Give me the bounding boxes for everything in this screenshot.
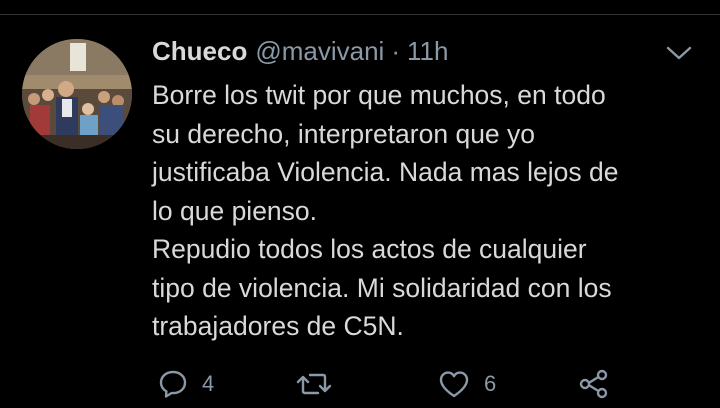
tweet-text-line: tipo de violencia. Mi solidaridad con lo… (152, 272, 612, 303)
tweet-time[interactable]: 11h (407, 36, 448, 67)
avatar-image (22, 39, 132, 149)
reply-button[interactable]: 4 (158, 362, 214, 406)
tweet-text-line: Repudio todos los actos de cualquier (152, 234, 587, 264)
author-handle[interactable]: @mavivani (255, 36, 384, 67)
tweet-text-line: trabajadores de C5N. (152, 311, 404, 341)
tweet-text-line: Borre los twit por que muchos, en todo (152, 80, 606, 110)
heart-icon (439, 371, 469, 398)
avatar[interactable] (22, 39, 132, 149)
header-separator: · (391, 36, 400, 66)
reply-count: 4 (202, 371, 215, 396)
tweet-text-line: lo que pienso. (152, 195, 318, 226)
like-count: 6 (484, 371, 497, 396)
top-divider (0, 14, 720, 15)
tweet-text-line: justificaba Violencia. Nada mas lejos de (152, 157, 619, 187)
tweet-text: Borre los twit por que muchos, en todo s… (152, 76, 692, 346)
author-name[interactable]: Chueco (152, 36, 247, 67)
tweet-menu-button[interactable] (664, 42, 694, 64)
share-icon (579, 369, 608, 399)
retweet-icon (296, 373, 332, 395)
tweet-header: Chueco @mavivani · 11h (152, 36, 448, 72)
tweet-actions: 4 6 (0, 362, 720, 406)
retweet-button[interactable] (296, 362, 332, 406)
reply-icon (159, 370, 187, 398)
share-button[interactable] (578, 362, 610, 406)
tweet-text-line: su derecho, interpretaron que yo (152, 118, 536, 149)
like-button[interactable]: 6 (438, 362, 496, 406)
chevron-down-icon (666, 46, 692, 60)
